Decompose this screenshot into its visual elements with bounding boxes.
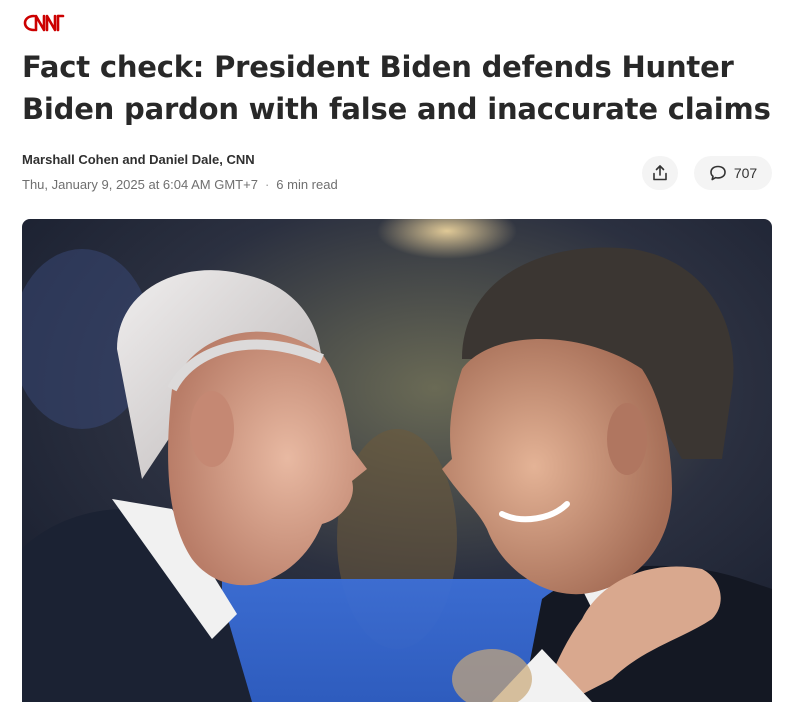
- read-time: 6 min read: [276, 177, 338, 192]
- hero-image[interactable]: [22, 219, 772, 702]
- comments-button[interactable]: 707: [694, 156, 772, 190]
- article-page: Fact check: President Biden defends Hunt…: [0, 0, 786, 702]
- meta-separator: ·: [264, 177, 270, 192]
- hero-photo: [22, 219, 772, 702]
- share-button[interactable]: [642, 156, 678, 190]
- article-authors: Marshall Cohen and Daniel Dale, CNN: [22, 152, 255, 167]
- comment-icon: [710, 165, 726, 181]
- comment-count: 707: [733, 165, 758, 181]
- article-meta: Thu, January 9, 2025 at 6:04 AM GMT+7 · 6 …: [22, 177, 338, 192]
- share-icon: [653, 165, 667, 181]
- article-title: Fact check: President Biden defends Hunt…: [22, 50, 771, 126]
- article-date: Thu, January 9, 2025 at 6:04 AM GMT+7: [22, 177, 258, 192]
- cnn-logo[interactable]: [22, 9, 66, 37]
